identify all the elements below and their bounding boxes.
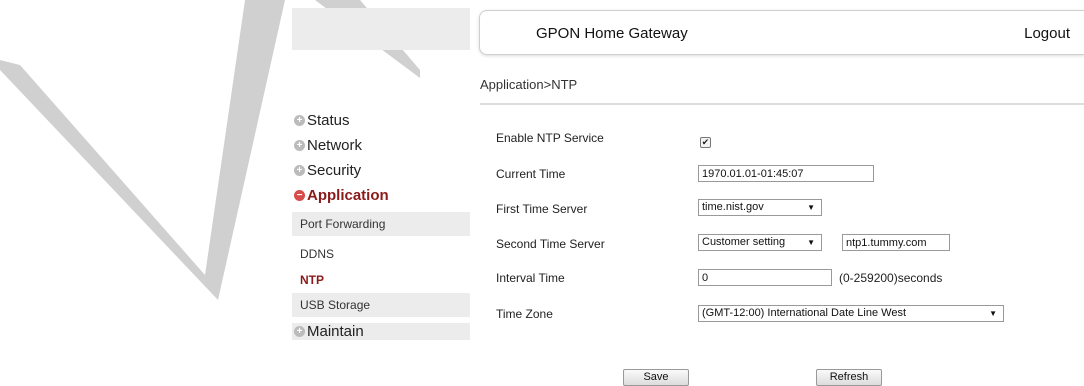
expand-plus-icon: + bbox=[294, 165, 305, 176]
dropdown-arrow-icon: ▼ bbox=[807, 238, 815, 247]
nav-maintain-label: Maintain bbox=[307, 323, 364, 340]
sidebar-header-strip bbox=[292, 8, 470, 50]
top-header: GPON Home Gateway Logout bbox=[479, 10, 1084, 55]
subnav-ddns[interactable]: DDNS bbox=[292, 242, 470, 266]
current-time-label: Current Time bbox=[496, 167, 566, 181]
time-zone-value: (GMT-12:00) International Date Line West bbox=[702, 307, 907, 319]
dropdown-arrow-icon: ▼ bbox=[989, 309, 997, 318]
second-time-server-value: Customer setting bbox=[702, 236, 786, 248]
dropdown-arrow-icon: ▼ bbox=[807, 203, 815, 212]
interval-time-field[interactable] bbox=[698, 269, 832, 286]
current-time-field[interactable] bbox=[698, 165, 874, 182]
first-time-server-label: First Time Server bbox=[496, 202, 588, 216]
subnav-usb-storage[interactable]: USB Storage bbox=[292, 293, 470, 317]
first-time-server-value: time.nist.gov bbox=[702, 201, 764, 213]
expand-plus-icon: + bbox=[294, 115, 305, 126]
nav-security-label: Security bbox=[307, 162, 362, 179]
nav-security[interactable]: + Security bbox=[294, 162, 361, 179]
expand-plus-icon: + bbox=[294, 326, 305, 337]
subnav-ntp[interactable]: NTP bbox=[292, 268, 470, 292]
nav-network-label: Network bbox=[307, 137, 363, 154]
collapse-minus-icon: − bbox=[294, 190, 305, 201]
time-zone-select[interactable]: (GMT-12:00) International Date Line West… bbox=[698, 305, 1004, 322]
breadcrumb: Application>NTP bbox=[480, 77, 578, 92]
refresh-button[interactable]: Refresh bbox=[816, 369, 882, 386]
expand-plus-icon: + bbox=[294, 140, 305, 151]
enable-ntp-checkbox[interactable]: ✔ bbox=[700, 137, 711, 148]
second-time-server-label: Second Time Server bbox=[496, 237, 605, 251]
nav-status-label: Status bbox=[307, 112, 350, 129]
app-title: GPON Home Gateway bbox=[536, 25, 688, 42]
interval-range-hint: (0-259200)seconds bbox=[839, 271, 943, 285]
enable-ntp-label: Enable NTP Service bbox=[496, 131, 604, 145]
nav-application-label: Application bbox=[307, 187, 389, 204]
custom-ntp-server-field[interactable] bbox=[842, 234, 950, 251]
logout-link[interactable]: Logout bbox=[1024, 25, 1070, 42]
subnav-port-forwarding[interactable]: Port Forwarding bbox=[292, 212, 470, 236]
nav-status[interactable]: + Status bbox=[294, 112, 350, 129]
nav-maintain[interactable]: + Maintain bbox=[292, 323, 470, 340]
second-time-server-select[interactable]: Customer setting ▼ bbox=[698, 234, 822, 251]
nav-application[interactable]: − Application bbox=[294, 187, 389, 204]
header-divider bbox=[480, 103, 1084, 105]
save-button[interactable]: Save bbox=[623, 369, 689, 386]
first-time-server-select[interactable]: time.nist.gov ▼ bbox=[698, 199, 822, 216]
time-zone-label: Time Zone bbox=[496, 307, 553, 321]
interval-time-label: Interval Time bbox=[496, 271, 565, 285]
nav-network[interactable]: + Network bbox=[294, 137, 362, 154]
